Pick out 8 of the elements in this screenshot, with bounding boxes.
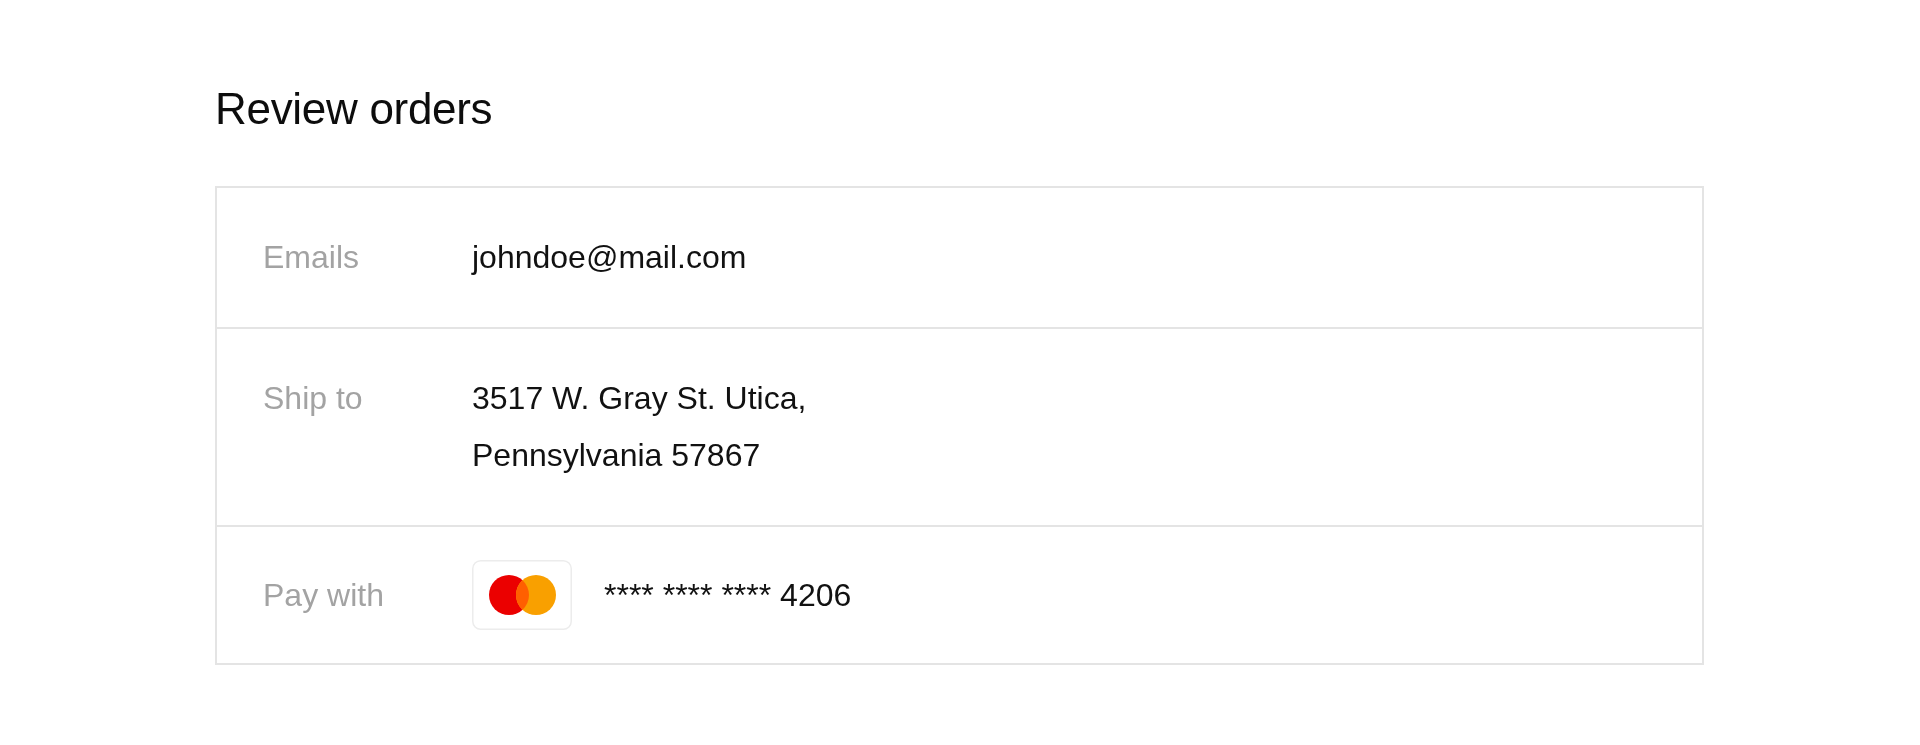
field-label: Emails — [263, 238, 360, 277]
card-number: **** **** **** 4206 — [604, 575, 852, 615]
field-value: johndoe@mail.com — [472, 238, 747, 277]
field-value: 3517 W. Gray St. Utica, Pennsylvania 57867 — [472, 379, 807, 475]
card-logo-icon — [472, 560, 572, 630]
page-title: Review orders — [215, 83, 494, 135]
field-label: Pay with — [263, 575, 385, 615]
field-label: Ship to — [263, 379, 364, 418]
